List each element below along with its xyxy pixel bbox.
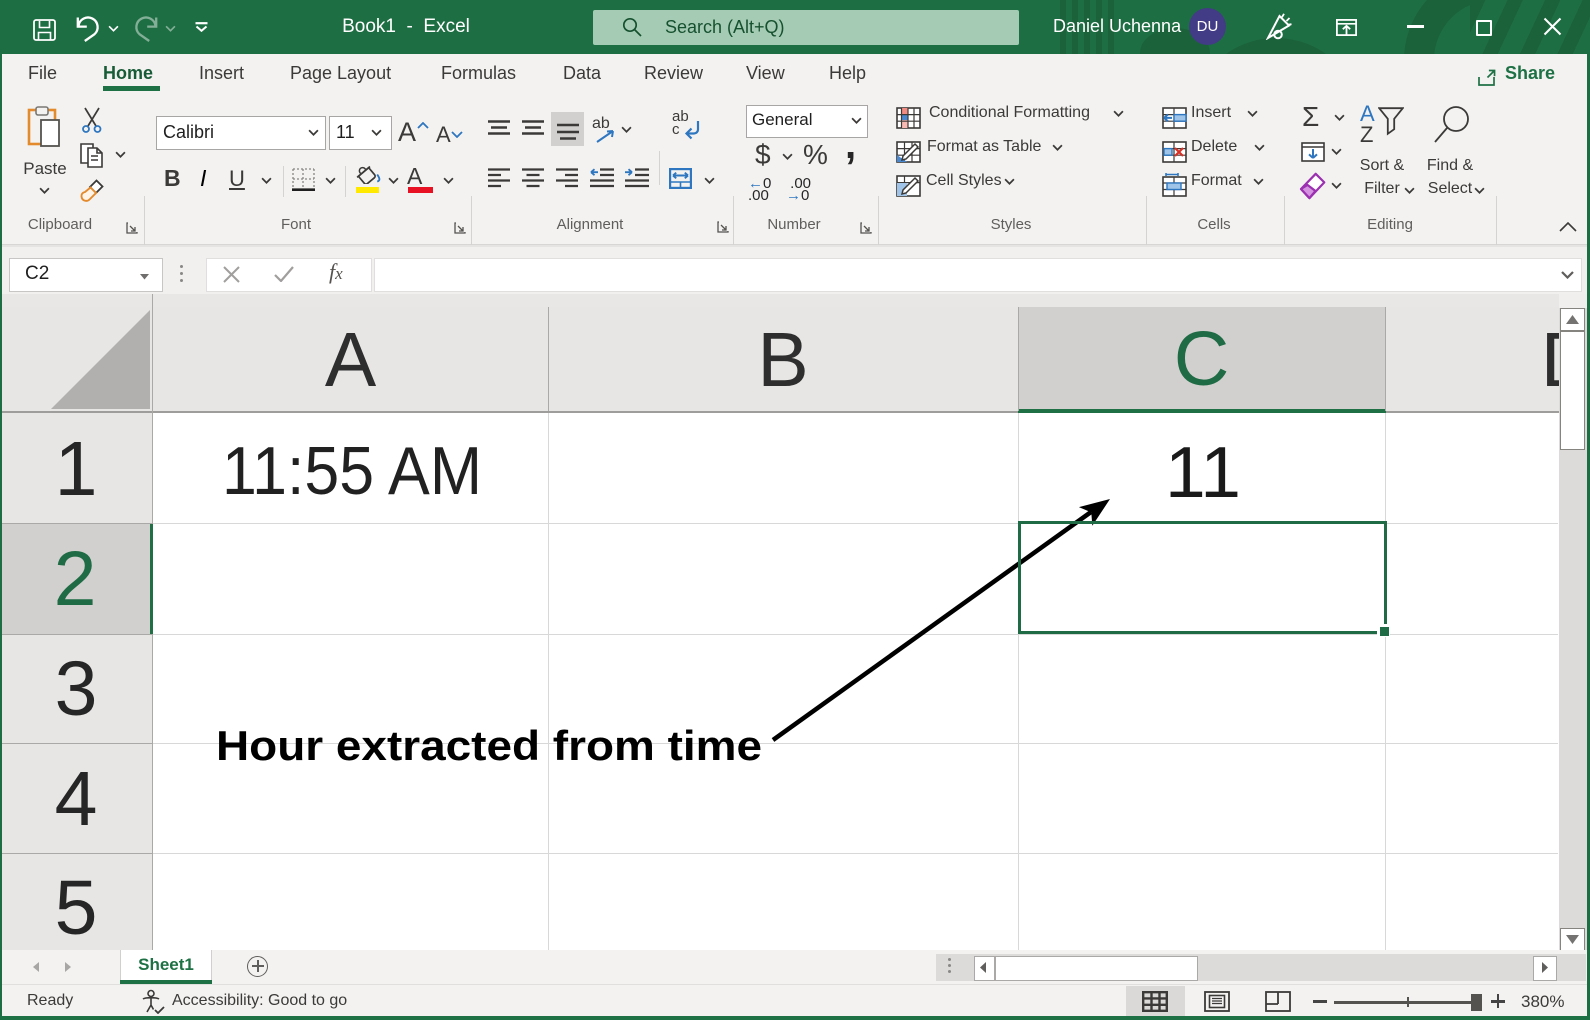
svg-text:Hour extracted from time: Hour extracted from time	[216, 722, 762, 769]
svg-text:11:55 AM: 11:55 AM	[222, 433, 482, 509]
svg-text:11: 11	[1165, 433, 1241, 513]
